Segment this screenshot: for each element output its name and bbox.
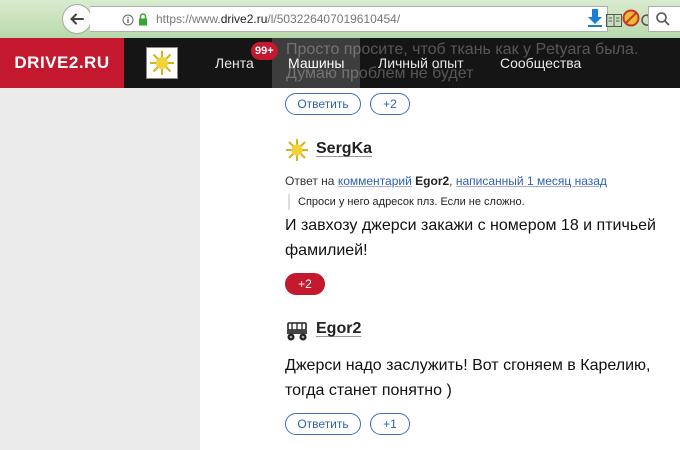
reply-time-link[interactable]: написанный 1 месяц назад	[456, 174, 607, 188]
comment-link[interactable]: комментарий	[338, 174, 412, 188]
noscript-icon[interactable]	[622, 9, 640, 27]
download-icon[interactable]	[587, 9, 603, 27]
left-sidebar	[0, 88, 200, 450]
sun-avatar-icon	[286, 139, 308, 161]
sergka-username[interactable]: SergKa	[316, 140, 372, 158]
reply-author[interactable]: Egor2	[415, 174, 449, 188]
reply-button[interactable]: Ответить	[285, 93, 361, 115]
back-arrow-icon	[70, 13, 84, 25]
plus-button-active[interactable]: +2	[285, 273, 325, 295]
egor2-avatar[interactable]	[285, 318, 309, 342]
info-icon[interactable]	[122, 12, 134, 26]
sun-avatar-icon	[150, 51, 174, 75]
plus-button[interactable]: +1	[370, 413, 410, 435]
reply-meta: Ответ на комментарий Egor2, написанный 1…	[285, 174, 607, 188]
notification-badge: 99+	[251, 42, 278, 60]
user-avatar[interactable]	[146, 47, 178, 79]
address-bar[interactable]: https://www.drive2.ru/l/5032264070196104…	[90, 6, 653, 32]
browser-toolbar: https://www.drive2.ru/l/5032264070196104…	[0, 0, 680, 38]
nav-cars[interactable]: Машины	[272, 38, 361, 88]
back-button[interactable]	[62, 4, 92, 34]
nav-communities[interactable]: Сообщества	[484, 38, 597, 88]
reply-button[interactable]: Ответить	[285, 413, 361, 435]
egor2-username[interactable]: Egor2	[316, 320, 361, 338]
quoted-comment: Спроси у него адресок плз. Если не сложн…	[288, 194, 525, 210]
buggy-avatar-icon	[287, 322, 307, 341]
plus-button[interactable]: +2	[370, 93, 410, 115]
browser-search-box[interactable]	[648, 6, 680, 32]
comments-area: Ответить +2 SergKa Ответ на комментарий …	[200, 88, 680, 450]
sergka-comment-text: И завхозу джерси закажи с номером 18 и п…	[285, 217, 656, 259]
lock-icon	[139, 12, 147, 25]
nav-experience[interactable]: Личный опыт	[362, 38, 480, 88]
url-text: https://www.drive2.ru/l/5032264070196104…	[156, 12, 401, 26]
site-logo[interactable]: DRIVE2.RU	[0, 38, 124, 88]
reader-view-icon[interactable]	[606, 14, 622, 27]
site-header: DRIVE2.RU Лента Машины Личный опыт Сообщ…	[0, 38, 680, 88]
search-icon	[656, 12, 670, 26]
egor2-comment-text: Джерси надо заслужить! Вот сгоняем в Кар…	[285, 357, 651, 399]
sergka-avatar[interactable]	[285, 138, 309, 162]
